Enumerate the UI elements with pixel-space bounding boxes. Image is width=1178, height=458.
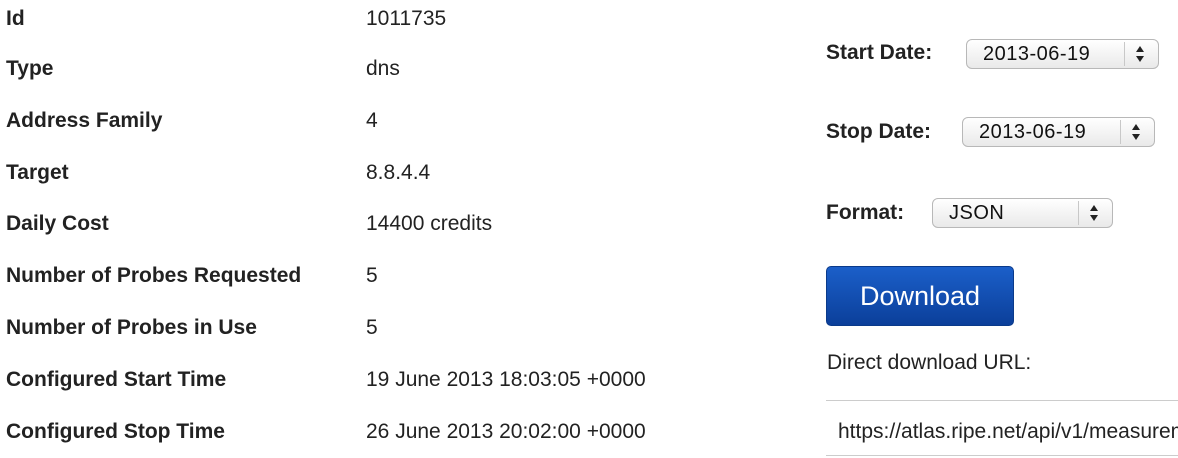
detail-row-daily-cost: Daily Cost 14400 credits bbox=[0, 209, 760, 239]
select-arrows-icon bbox=[1083, 199, 1105, 227]
detail-value: 4 bbox=[366, 109, 378, 132]
start-date-value: 2013-06-19 bbox=[983, 43, 1091, 65]
detail-row-probes-in-use: Number of Probes in Use 5 bbox=[0, 313, 760, 343]
detail-label: Target bbox=[6, 161, 69, 184]
detail-row-id: Id 1011735 bbox=[0, 4, 760, 34]
detail-label: Daily Cost bbox=[6, 212, 109, 235]
stop-date-value: 2013-06-19 bbox=[979, 121, 1087, 143]
detail-value: 26 June 2013 20:02:00 +0000 bbox=[366, 420, 646, 443]
detail-row-target: Target 8.8.4.4 bbox=[0, 158, 760, 188]
select-arrows-icon bbox=[1125, 118, 1147, 146]
detail-value: 1011735 bbox=[366, 7, 447, 30]
detail-label: Configured Start Time bbox=[6, 368, 227, 391]
detail-label: Number of Probes in Use bbox=[6, 316, 257, 339]
start-date-label: Start Date: bbox=[826, 41, 933, 64]
start-date-select[interactable]: 2013-06-19 bbox=[966, 39, 1159, 69]
direct-download-url-field[interactable]: https://atlas.ripe.net/api/v1/measuremen… bbox=[826, 400, 1178, 456]
detail-label: Address Family bbox=[6, 109, 163, 132]
detail-label: Number of Probes Requested bbox=[6, 264, 302, 287]
download-button[interactable]: Download bbox=[826, 266, 1014, 326]
detail-row-probes-requested: Number of Probes Requested 5 bbox=[0, 261, 760, 291]
detail-value: 8.8.4.4 bbox=[366, 161, 431, 184]
detail-row-address-family: Address Family 4 bbox=[0, 106, 760, 136]
direct-download-label: Direct download URL: bbox=[827, 351, 1032, 374]
detail-value: 5 bbox=[366, 316, 378, 339]
detail-label: Configured Stop Time bbox=[6, 420, 225, 443]
detail-value: 14400 credits bbox=[366, 212, 493, 235]
detail-row-stop-time: Configured Stop Time 26 June 2013 20:02:… bbox=[0, 417, 760, 447]
direct-download-url: https://atlas.ripe.net/api/v1/measuremen… bbox=[838, 420, 1178, 443]
detail-value: dns bbox=[366, 57, 400, 80]
stop-date-label: Stop Date: bbox=[826, 120, 931, 143]
format-select[interactable]: JSON bbox=[932, 198, 1113, 228]
detail-label: Id bbox=[6, 7, 25, 30]
detail-label: Type bbox=[6, 57, 54, 80]
select-arrows-icon bbox=[1129, 40, 1151, 68]
detail-row-start-time: Configured Start Time 19 June 2013 18:03… bbox=[0, 365, 760, 395]
format-label: Format: bbox=[826, 201, 905, 224]
stop-date-select[interactable]: 2013-06-19 bbox=[962, 117, 1155, 147]
format-value: JSON bbox=[949, 202, 1005, 224]
detail-row-type: Type dns bbox=[0, 54, 760, 84]
detail-value: 19 June 2013 18:03:05 +0000 bbox=[366, 368, 646, 391]
detail-value: 5 bbox=[366, 264, 378, 287]
